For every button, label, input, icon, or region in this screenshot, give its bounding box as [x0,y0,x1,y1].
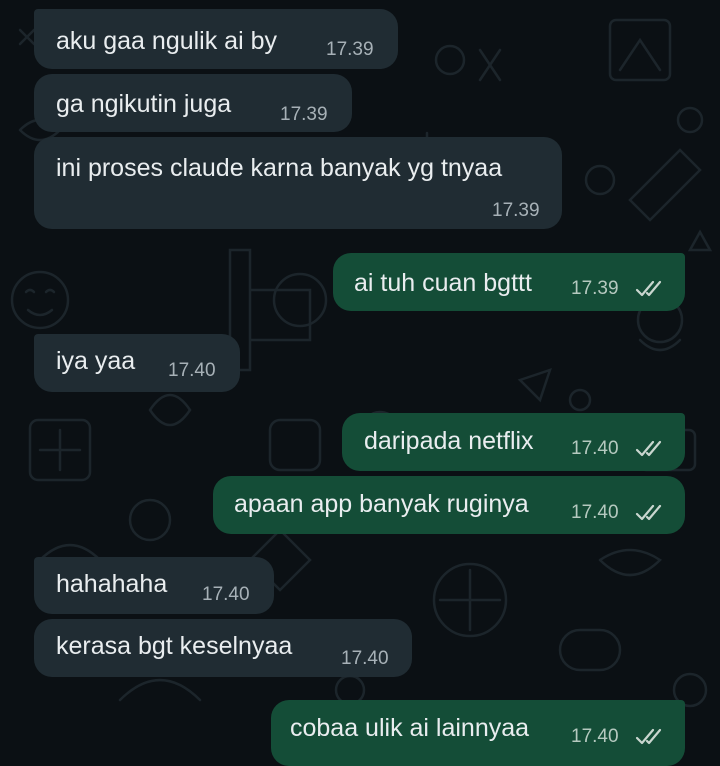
message-timestamp: 17.40 [202,584,250,605]
double-check-icon [635,504,662,521]
message-timestamp: 17.39 [571,278,619,299]
message-bubble-incoming[interactable]: ini proses claude karna banyak yg tnyaa … [34,137,562,229]
double-check-icon [635,440,662,457]
message-bubble-incoming[interactable]: kerasa bgt keselnyaa 17.40 [34,619,412,677]
message-text: apaan app banyak ruginya [234,490,529,518]
double-check-icon [635,728,662,745]
message-timestamp: 17.39 [280,104,328,125]
message-bubble-outgoing[interactable]: cobaa ulik ai lainnyaa 17.40 [271,700,685,766]
message-timestamp: 17.40 [341,648,389,669]
message-bubble-incoming[interactable]: aku gaa ngulik ai by 17.39 [34,9,398,69]
message-text: ini proses claude karna banyak yg tnyaa [56,154,503,182]
message-bubble-outgoing[interactable]: daripada netflix 17.40 [342,413,685,471]
message-text: hahahaha [56,570,168,598]
message-text: iya yaa [56,347,136,375]
message-timestamp: 17.40 [168,360,216,381]
message-timestamp: 17.40 [571,438,619,459]
message-text: kerasa bgt keselnyaa [56,632,293,660]
message-bubble-incoming[interactable]: iya yaa 17.40 [34,334,240,392]
message-text: cobaa ulik ai lainnyaa [290,714,530,742]
message-bubble-incoming[interactable]: ga ngikutin juga 17.39 [34,74,352,132]
message-bubble-outgoing[interactable]: ai tuh cuan bgttt 17.39 [333,253,685,311]
message-timestamp: 17.40 [571,502,619,523]
message-text: ai tuh cuan bgttt [354,269,532,297]
double-check-icon [635,280,662,297]
message-bubble-outgoing[interactable]: apaan app banyak ruginya 17.40 [213,476,685,534]
message-text: aku gaa ngulik ai by [56,27,277,55]
message-timestamp: 17.39 [492,200,540,221]
message-text: daripada netflix [364,427,534,455]
message-text: ga ngikutin juga [56,90,232,118]
message-bubble-incoming[interactable]: hahahaha 17.40 [34,557,274,614]
message-timestamp: 17.40 [571,726,619,747]
message-timestamp: 17.39 [326,39,374,60]
